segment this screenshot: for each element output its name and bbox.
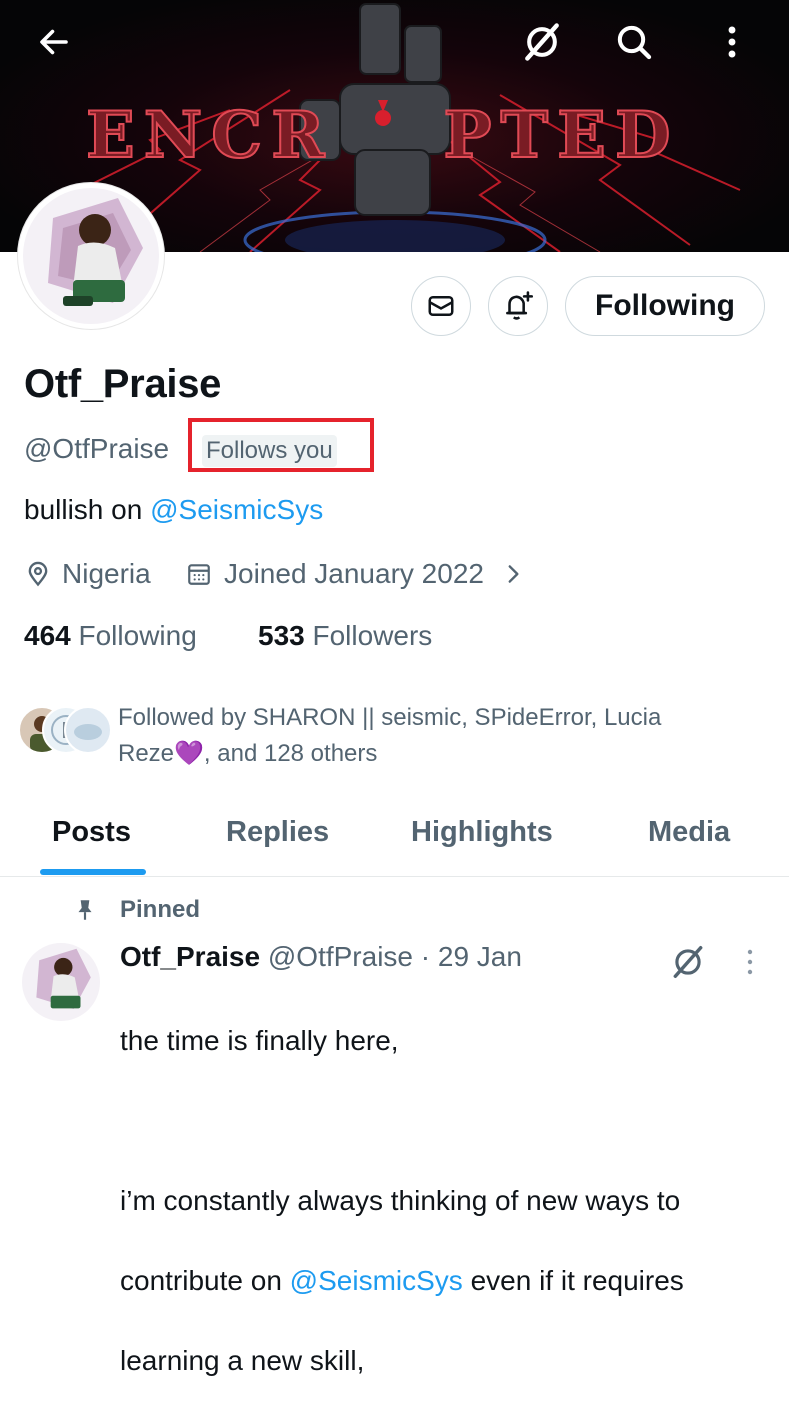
search-icon: [617, 25, 652, 60]
grok-slash-icon: [525, 23, 559, 61]
envelope-icon: [428, 296, 454, 316]
post-mention-link[interactable]: @SeismicSys: [290, 1265, 463, 1296]
followers-count-link[interactable]: 533 Followers: [258, 620, 432, 652]
chevron-right-icon: [508, 565, 519, 583]
bell-plus-icon: [506, 291, 534, 320]
post-line-3: contribute on @SeismicSys even if it req…: [120, 1261, 780, 1301]
followers-count: 533: [258, 620, 305, 651]
followed-by-line-2: Reze💜, and 128 others: [118, 736, 758, 772]
bio-mention-link[interactable]: @SeismicSys: [150, 494, 323, 525]
banner-text-left: ENCR: [85, 97, 334, 174]
following-label: Following: [78, 620, 197, 651]
search-button[interactable]: [606, 14, 662, 70]
tab-posts[interactable]: Posts: [52, 816, 131, 849]
location-text: Nigeria: [62, 558, 151, 589]
tab-media[interactable]: Media: [648, 816, 730, 849]
post-line-1: the time is finally here,: [120, 1025, 399, 1056]
bio-text: bullish on: [24, 494, 151, 525]
follower-avatar: [64, 706, 112, 754]
purple-heart-emoji: 💜: [174, 740, 204, 767]
post-more-button[interactable]: [736, 944, 764, 980]
joined-text: Joined January 2022: [224, 558, 484, 589]
pin-icon: [78, 900, 92, 920]
grok-button[interactable]: [514, 14, 570, 70]
followed-by-others: , and 128 others: [203, 740, 378, 767]
profile-handle: @OtfPraise: [24, 433, 170, 464]
post-author-name[interactable]: Otf_Praise: [120, 941, 260, 972]
active-tab-indicator: [40, 869, 146, 875]
post-body: the time is finally here, i’m constantly…: [120, 981, 780, 1421]
avatar-image: [23, 188, 159, 324]
post-line-3-prefix: contribute on: [120, 1265, 290, 1296]
annotation-highlight-box: [188, 418, 374, 472]
followed-by-reze: Reze: [118, 740, 175, 767]
message-button[interactable]: [411, 276, 471, 336]
post-line-4: learning a new skill,: [120, 1345, 365, 1376]
post-grok-button[interactable]: [664, 940, 712, 984]
following-count-link[interactable]: 464 Following: [24, 620, 197, 652]
profile-avatar[interactable]: [18, 183, 164, 329]
profile-bio: bullish on @SeismicSys: [24, 494, 323, 526]
tab-replies[interactable]: Replies: [226, 816, 329, 849]
arrow-left-icon: [40, 29, 68, 55]
follower-avatar-image: [74, 724, 102, 740]
banner-text-right: PTED: [442, 97, 680, 174]
pinned-label: Pinned: [120, 896, 201, 923]
post-avatar-image: [22, 943, 100, 1021]
followed-by-line-1: Followed by SHARON || seismic, SPideErro…: [118, 704, 662, 731]
location-pin-icon: [28, 561, 48, 587]
profile-location: Nigeria: [24, 558, 151, 590]
post-author-handle[interactable]: @OtfPraise: [268, 941, 413, 972]
grok-slash-icon: [673, 946, 703, 978]
post-date[interactable]: · 29 Jan: [421, 941, 522, 972]
more-vertical-icon: [728, 26, 736, 58]
followed-by-text[interactable]: Followed by SHARON || seismic, SPideErro…: [118, 700, 758, 772]
profile-joined[interactable]: Joined January 2022: [186, 558, 526, 590]
post-author-avatar[interactable]: [22, 943, 100, 1021]
post-line-2: i’m constantly always thinking of new wa…: [120, 1185, 681, 1216]
post-header: Otf_Praise @OtfPraise · 29 Jan: [120, 941, 522, 973]
more-options-button[interactable]: [704, 14, 760, 70]
back-button[interactable]: [26, 14, 82, 70]
profile-display-name: Otf_Praise: [24, 362, 222, 406]
banner-text: ENCR PTED: [85, 97, 680, 174]
notifications-button[interactable]: [488, 276, 548, 336]
tab-highlights[interactable]: Highlights: [411, 816, 553, 849]
followers-label: Followers: [312, 620, 433, 651]
calendar-icon: [188, 564, 210, 585]
following-count: 464: [24, 620, 71, 651]
more-vertical-icon: [747, 949, 753, 975]
following-button[interactable]: Following: [565, 276, 765, 336]
post-line-3-suffix: even if it requires: [462, 1265, 684, 1296]
